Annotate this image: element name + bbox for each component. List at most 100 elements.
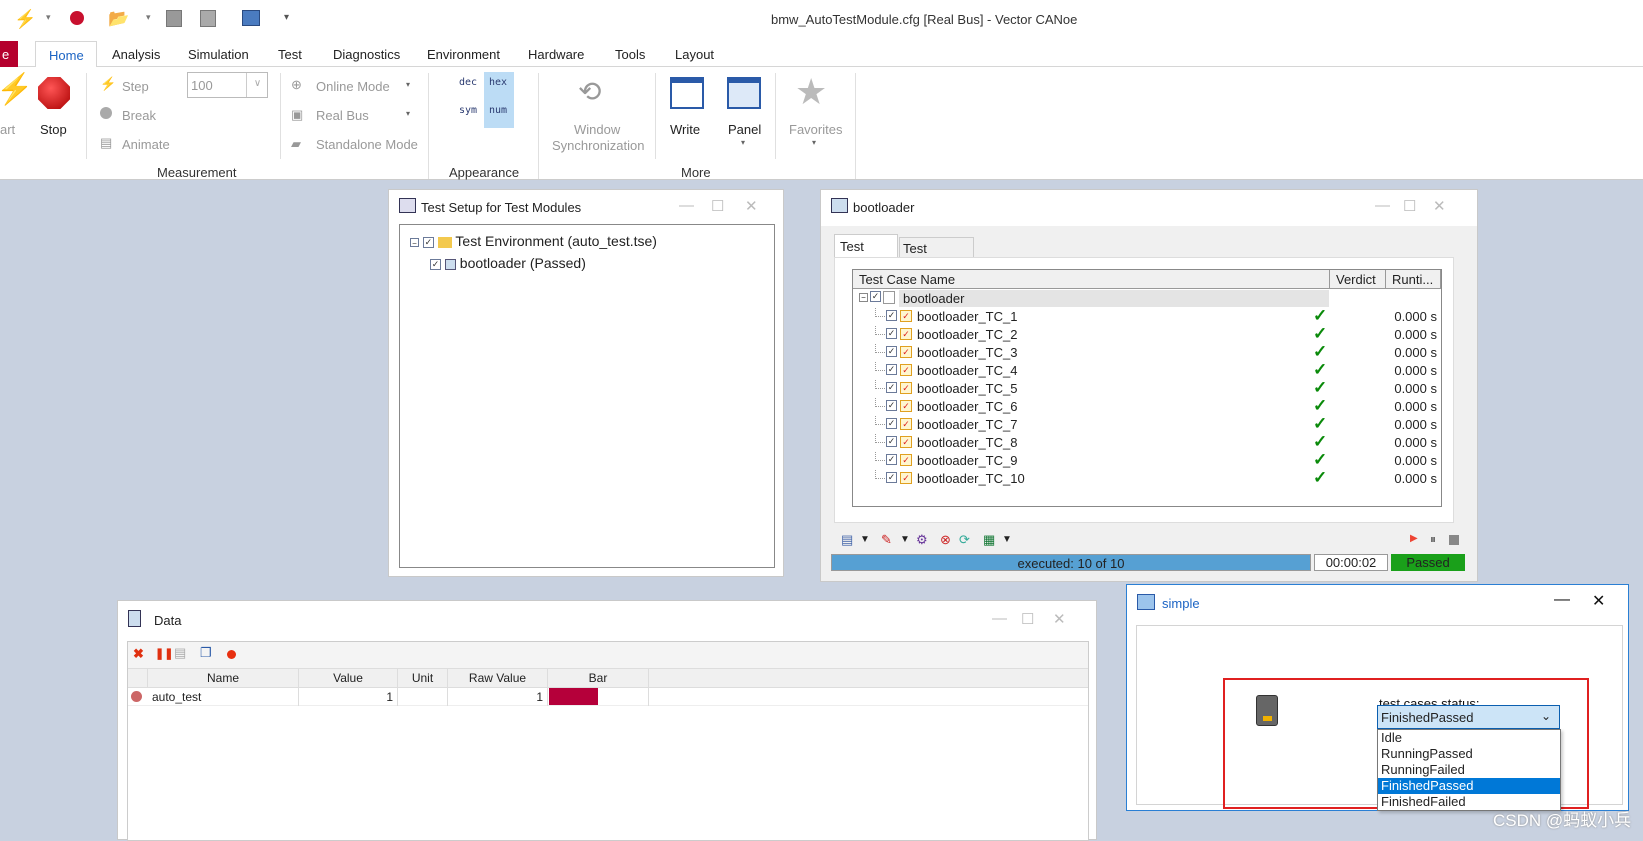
test-case-row[interactable]: ✓ ✓ bootloader_TC_10 ✓ 0.000 s: [853, 468, 1441, 488]
edit-icon[interactable]: ✎: [881, 532, 892, 548]
switch-control[interactable]: [1256, 695, 1278, 726]
checkbox[interactable]: ✓: [430, 258, 441, 270]
settings-icon[interactable]: ⚙: [916, 532, 928, 548]
maximize-button[interactable]: ☐: [1021, 610, 1034, 628]
save-icon[interactable]: [166, 10, 182, 27]
column-header-value[interactable]: Value: [299, 669, 398, 687]
dropdown-option[interactable]: Idle: [1378, 730, 1560, 746]
tab-analysis[interactable]: Analysis: [112, 47, 160, 62]
checkbox[interactable]: ✓: [886, 328, 897, 339]
write-button[interactable]: Write: [670, 122, 700, 137]
test-case-row[interactable]: ✓ ✓ bootloader_TC_9 ✓ 0.000 s: [853, 450, 1441, 470]
column-header-name[interactable]: Test Case Name: [853, 270, 1330, 289]
copy-icon[interactable]: ❐: [200, 645, 212, 661]
configuration-icon[interactable]: [242, 10, 260, 26]
dropdown-arrow-icon[interactable]: ▾: [46, 12, 51, 23]
status-combobox[interactable]: FinishedPassed ⌄: [1377, 705, 1560, 729]
hex-button[interactable]: hex: [489, 77, 507, 88]
write-icon[interactable]: [670, 77, 704, 109]
dropdown-option[interactable]: RunningPassed: [1378, 746, 1560, 762]
customize-toolbar-icon[interactable]: ▾: [284, 12, 289, 23]
window-sync-button-line2[interactable]: Synchronization: [552, 138, 645, 153]
maximize-button[interactable]: ☐: [711, 197, 724, 215]
test-case-row[interactable]: ✓ ✓ bootloader_TC_1 ✓ 0.000 s: [853, 306, 1441, 326]
properties-icon[interactable]: ▤: [174, 645, 186, 661]
column-header-raw-value[interactable]: Raw Value: [448, 669, 548, 687]
close-button[interactable]: ✕: [1053, 610, 1066, 628]
test-group-row[interactable]: − ✓ bootloader: [853, 290, 1441, 308]
test-case-row[interactable]: ✓ ✓ bootloader_TC_2 ✓ 0.000 s: [853, 324, 1441, 344]
minimize-button[interactable]: —: [1554, 591, 1570, 609]
dropdown-arrow-icon[interactable]: ▼: [860, 534, 870, 545]
delete-icon[interactable]: ✖: [133, 646, 144, 662]
chevron-down-icon[interactable]: ⌄: [1541, 709, 1551, 723]
num-button[interactable]: num: [489, 105, 507, 116]
collapse-icon[interactable]: −: [859, 293, 868, 302]
dec-button[interactable]: dec: [459, 77, 477, 88]
dropdown-arrow-icon[interactable]: ▾: [146, 12, 151, 23]
step-button[interactable]: Step: [122, 79, 149, 94]
dropdown-option[interactable]: FinishedPassed: [1378, 778, 1560, 794]
collapse-icon[interactable]: −: [410, 237, 419, 248]
dropdown-arrow-icon[interactable]: ▾: [406, 80, 410, 89]
reset-icon[interactable]: ⟳: [959, 532, 970, 548]
minimize-button[interactable]: —: [992, 610, 1007, 627]
test-report-icon[interactable]: ▦: [983, 532, 995, 548]
stop-test-icon[interactable]: [1449, 535, 1459, 545]
pause-icon[interactable]: ❚❚: [155, 647, 173, 660]
tab-simulation[interactable]: Simulation: [188, 47, 249, 62]
test-case-row[interactable]: ✓ ✓ bootloader_TC_4 ✓ 0.000 s: [853, 360, 1441, 380]
tab-test-observer[interactable]: Test Observer: [899, 237, 974, 271]
dropdown-arrow-icon[interactable]: ▾: [741, 138, 745, 147]
checkbox[interactable]: ✓: [886, 346, 897, 357]
dropdown-arrow-icon[interactable]: ▾: [406, 109, 410, 118]
online-mode-button[interactable]: Online Mode: [316, 79, 390, 94]
column-header-runtime[interactable]: Runti...: [1386, 270, 1441, 289]
record-icon[interactable]: [227, 650, 236, 659]
save-as-icon[interactable]: [200, 10, 216, 27]
start-test-icon[interactable]: ▶: [1410, 533, 1418, 544]
start-button[interactable]: art: [0, 122, 15, 137]
close-button[interactable]: ✕: [745, 197, 758, 215]
tab-tools[interactable]: Tools: [615, 47, 645, 62]
column-header-verdict[interactable]: Verdict: [1330, 270, 1386, 289]
record-icon[interactable]: [70, 11, 84, 25]
minimize-button[interactable]: —: [1375, 197, 1390, 214]
close-button[interactable]: ✕: [1592, 591, 1605, 611]
checkbox[interactable]: ✓: [886, 472, 897, 483]
dropdown-option[interactable]: RunningFailed: [1378, 762, 1560, 778]
tab-diagnostics[interactable]: Diagnostics: [333, 47, 400, 62]
checkbox[interactable]: ✓: [870, 291, 881, 302]
column-header-bar[interactable]: Bar: [548, 669, 649, 687]
animation-speed-combo[interactable]: 100 ∨: [187, 72, 268, 98]
column-header-name[interactable]: Name: [148, 669, 299, 687]
window-sync-button[interactable]: Window: [574, 122, 620, 137]
close-button[interactable]: ✕: [1433, 197, 1446, 215]
start-quick-icon[interactable]: ⚡: [14, 9, 36, 30]
tab-environment[interactable]: Environment: [427, 47, 500, 62]
checkbox[interactable]: ✓: [886, 436, 897, 447]
column-header-unit[interactable]: Unit: [398, 669, 448, 687]
checkbox[interactable]: ✓: [886, 310, 897, 321]
tab-layout[interactable]: Layout: [675, 47, 714, 62]
break-button[interactable]: Break: [122, 108, 156, 123]
animate-button[interactable]: Animate: [122, 137, 170, 152]
tab-file[interactable]: e: [0, 41, 18, 67]
tab-home[interactable]: Home: [35, 41, 97, 68]
minimize-button[interactable]: —: [679, 197, 694, 214]
panel-icon[interactable]: [727, 77, 761, 109]
data-row[interactable]: auto_test 1 1: [128, 688, 1088, 706]
clear-results-icon[interactable]: ⊗: [940, 532, 951, 548]
report-icon[interactable]: ▤: [841, 532, 853, 548]
checkbox[interactable]: ✓: [886, 454, 897, 465]
standalone-mode-button[interactable]: Standalone Mode: [316, 137, 418, 152]
maximize-button[interactable]: ☐: [1403, 197, 1416, 215]
sym-button[interactable]: sym: [459, 105, 477, 116]
checkbox[interactable]: ✓: [886, 418, 897, 429]
tab-test[interactable]: Test: [278, 47, 302, 62]
checkbox[interactable]: ✓: [886, 382, 897, 393]
real-bus-button[interactable]: Real Bus: [316, 108, 369, 123]
open-folder-icon[interactable]: 📂: [108, 9, 129, 29]
dropdown-arrow-icon[interactable]: ▼: [1002, 534, 1012, 545]
dropdown-arrow-icon[interactable]: ▾: [812, 138, 816, 147]
